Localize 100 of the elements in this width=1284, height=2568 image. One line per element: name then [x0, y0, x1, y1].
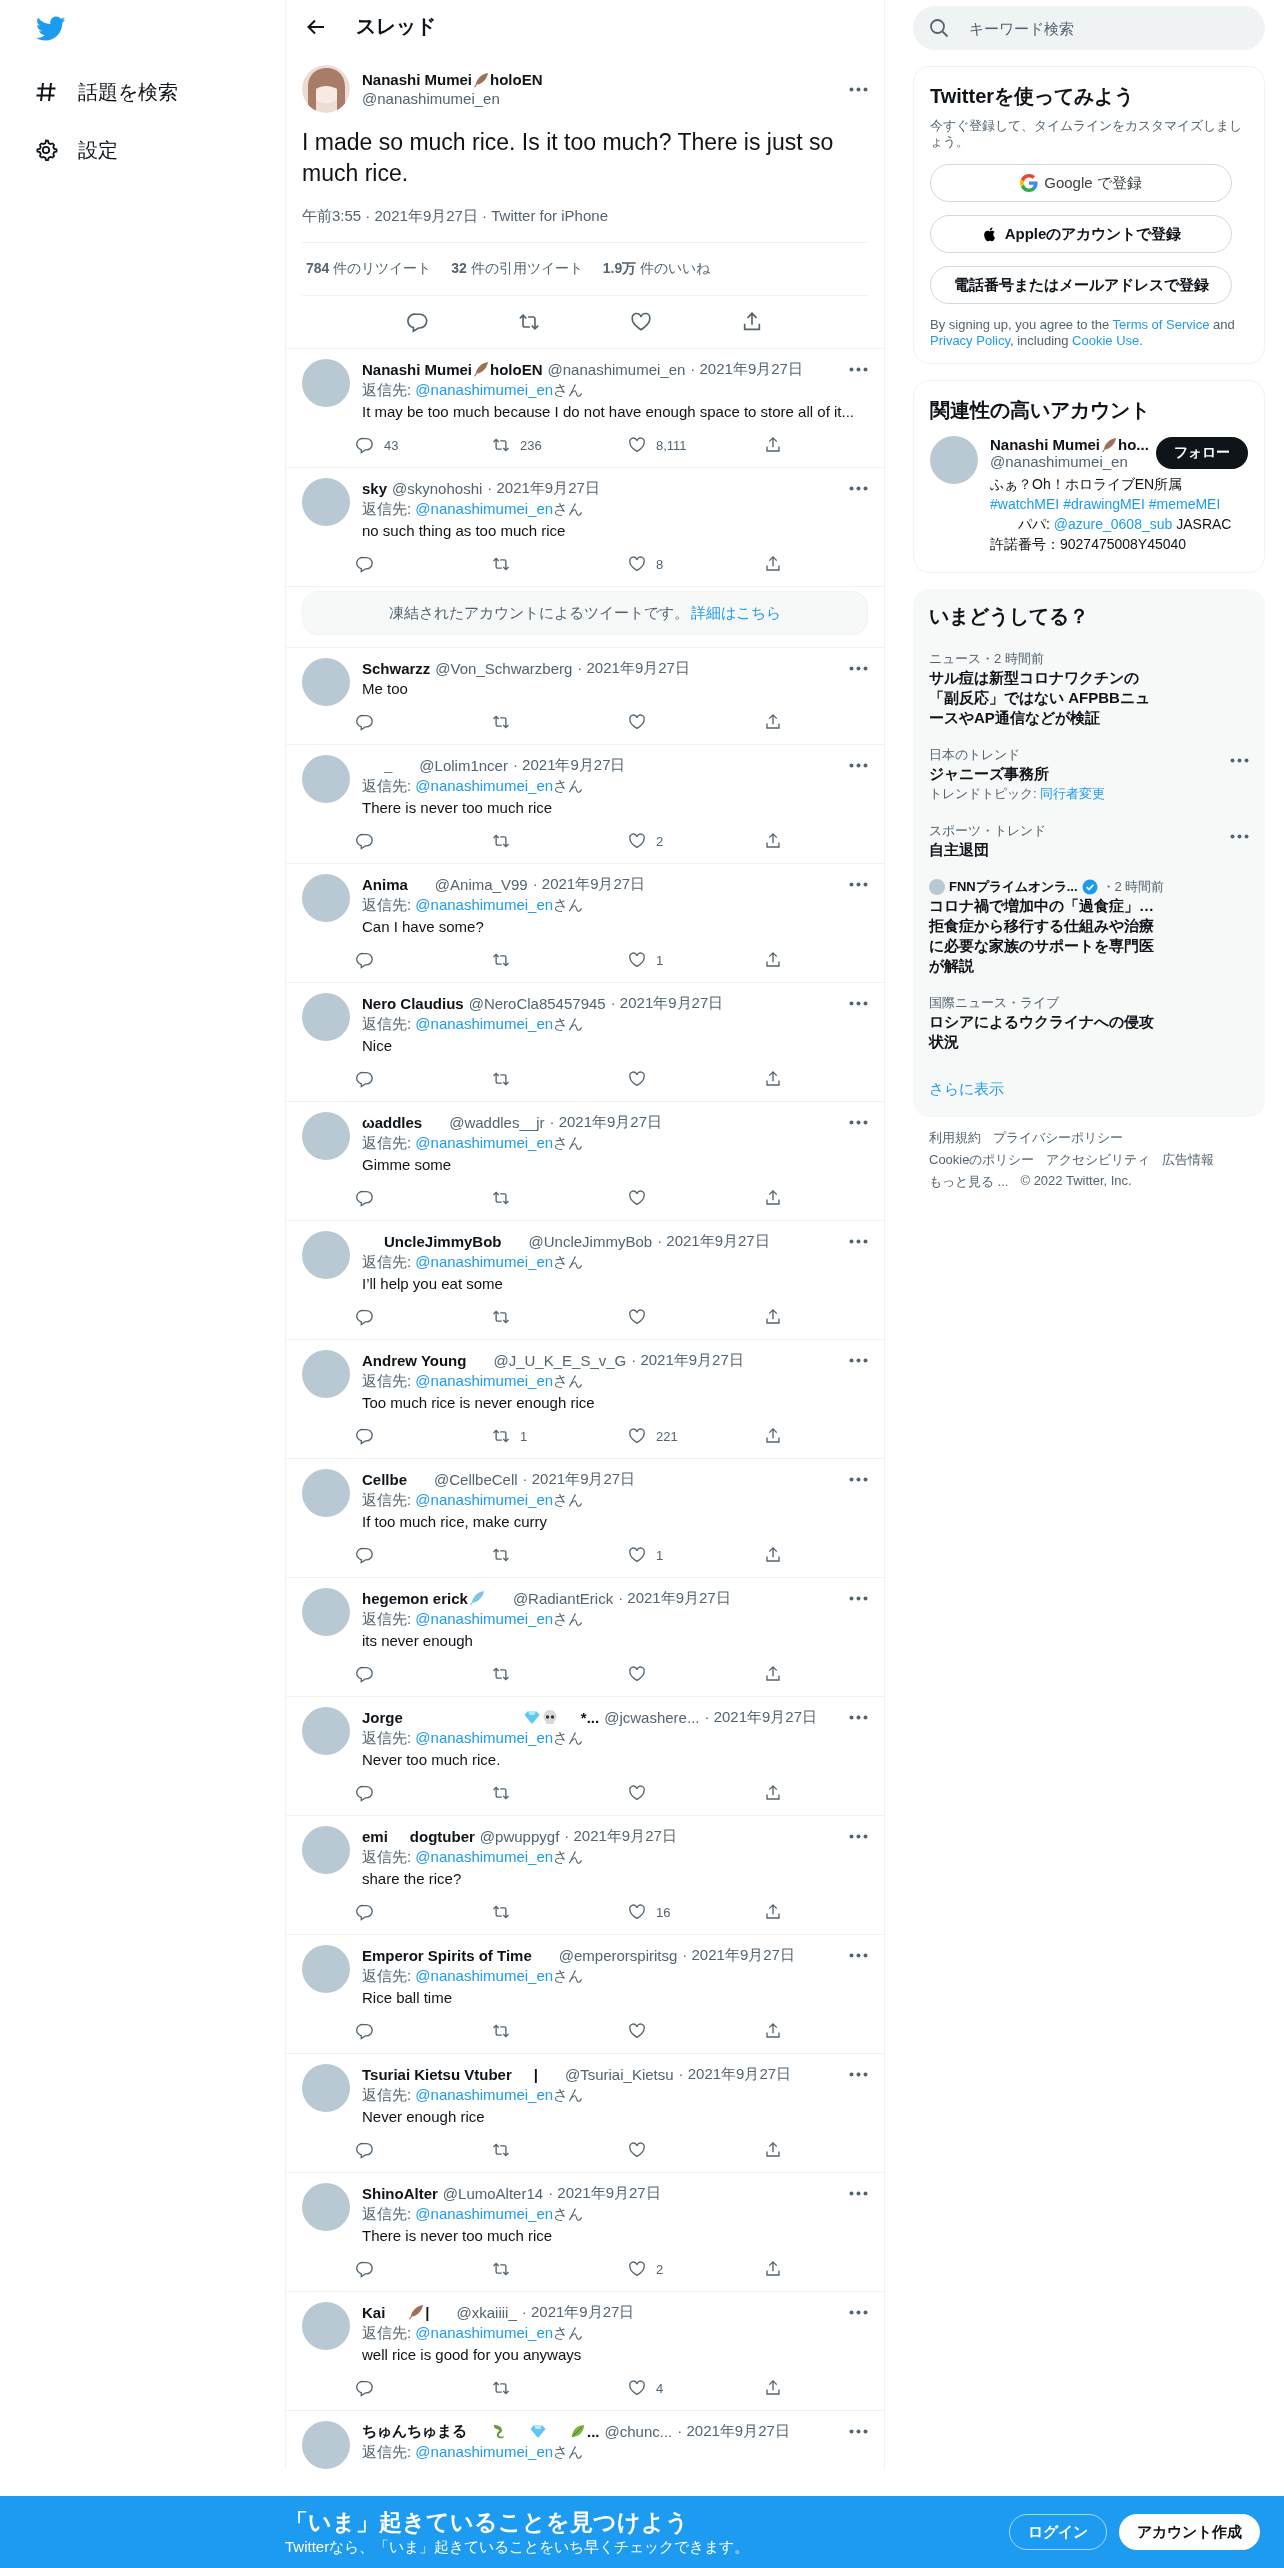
reply-icon[interactable]: [356, 2260, 374, 2278]
avatar[interactable]: [302, 65, 350, 113]
reply-icon[interactable]: [356, 1070, 374, 1088]
more-icon[interactable]: [849, 1595, 868, 1601]
more-icon[interactable]: [849, 485, 868, 491]
more-icon[interactable]: [1230, 834, 1249, 839]
tweet-date[interactable]: · 2021年9月27日: [678, 2064, 792, 2084]
retweet-icon[interactable]: [492, 1070, 510, 1088]
more-icon[interactable]: [849, 2309, 868, 2315]
reply-icon[interactable]: [356, 832, 374, 850]
retweet-icon[interactable]: [492, 436, 510, 454]
tweet-date[interactable]: · 2021年9月27日: [618, 1588, 731, 1608]
share-icon[interactable]: [764, 1665, 782, 1683]
reply-icon[interactable]: [356, 1189, 374, 1207]
footer-link[interactable]: Cookieのポリシー: [929, 1151, 1035, 1169]
tweet-date[interactable]: · 2021年9月27日: [548, 2183, 661, 2203]
tweet-date[interactable]: · 2021年9月27日: [631, 1350, 744, 1370]
heart-icon[interactable]: [628, 2379, 646, 2397]
user-handle[interactable]: @CellbeCell: [434, 1470, 518, 1488]
more-icon[interactable]: [849, 881, 868, 887]
footer-link[interactable]: プライバシーポリシー: [993, 1129, 1123, 1147]
user-handle[interactable]: @Von_Schwarzberg: [435, 659, 573, 677]
reply-icon[interactable]: [406, 311, 429, 333]
tweet-date[interactable]: · 2021年9月27日: [577, 658, 690, 678]
heart-icon[interactable]: [628, 951, 646, 969]
tweet-date[interactable]: · 2021年9月27日: [487, 478, 600, 498]
heart-icon[interactable]: [628, 1427, 646, 1445]
reply-icon[interactable]: [356, 1427, 374, 1445]
tweet-date[interactable]: · 2021年9月27日: [610, 993, 724, 1013]
heart-icon[interactable]: [628, 1903, 646, 1921]
retweet-icon[interactable]: [492, 2022, 510, 2040]
more-icon[interactable]: [849, 1357, 868, 1363]
share-icon[interactable]: [764, 555, 782, 573]
stat-link[interactable]: 784 件のリツイート: [306, 260, 432, 278]
user-handle[interactable]: @pwuppygf: [479, 1827, 560, 1845]
sidebar-item[interactable]: 設定: [34, 124, 132, 176]
retweet-icon[interactable]: [492, 1665, 510, 1683]
signup-button[interactable]: Google で登録: [930, 164, 1232, 202]
retweet-icon[interactable]: [492, 2260, 510, 2278]
more-icon[interactable]: [849, 665, 868, 671]
stat-link[interactable]: 1.9万 件のいいね: [602, 260, 711, 278]
user-handle[interactable]: @emperorspiritsg: [558, 1946, 678, 1964]
more-icon[interactable]: [849, 1119, 868, 1125]
share-icon[interactable]: [764, 2379, 782, 2397]
signup-button[interactable]: 電話番号またはメールアドレスで登録: [930, 266, 1232, 304]
user-handle[interactable]: @skynohoshi: [392, 479, 483, 497]
retweet-icon[interactable]: [492, 1784, 510, 1802]
sidebar-item[interactable]: 話題を検索: [34, 66, 192, 118]
share-icon[interactable]: [764, 1784, 782, 1802]
tweet-date[interactable]: · 2021年9月27日: [682, 1945, 795, 1965]
reply-icon[interactable]: [356, 2141, 374, 2159]
reply-icon[interactable]: [356, 1546, 374, 1564]
user-handle[interactable]: @waddles__jr: [449, 1113, 545, 1131]
trend-title[interactable]: サル痘は新型コロナワクチンの「副反応」ではない AFPBBニュースやAP通信などが検証: [929, 668, 1155, 728]
trend-title[interactable]: コロナ禍で増加中の「過食症」…拒食症から移行する仕組みや治療に必要な家族のサポートを専門医が解説: [929, 896, 1155, 976]
user-handle[interactable]: @LumoAlter14: [442, 2184, 544, 2202]
bird-icon[interactable]: [36, 16, 66, 42]
user-handle[interactable]: @Lolim1ncer: [419, 756, 508, 774]
share-icon[interactable]: [764, 1903, 782, 1921]
retweet-icon[interactable]: [492, 713, 510, 731]
share-icon[interactable]: [764, 832, 782, 850]
share-icon[interactable]: [764, 951, 782, 969]
heart-icon[interactable]: [628, 555, 646, 573]
retweet-icon[interactable]: [492, 951, 510, 969]
user-handle[interactable]: @xkaiiii_: [456, 2303, 517, 2321]
share-icon[interactable]: [764, 1546, 782, 1564]
more-icon[interactable]: [849, 1000, 868, 1006]
tweet-date[interactable]: · 2021年9月27日: [564, 1826, 677, 1846]
reply-icon[interactable]: [356, 713, 374, 731]
tweet-date[interactable]: · 2021年9月27日: [521, 2302, 635, 2322]
footer-link[interactable]: アクセシビリティ: [1046, 1151, 1151, 1169]
heart-icon[interactable]: [628, 2260, 646, 2278]
retweet-icon[interactable]: [492, 1903, 510, 1921]
retweet-icon[interactable]: [492, 1308, 510, 1326]
signup-button[interactable]: アカウント作成: [1119, 2514, 1260, 2550]
more-icon[interactable]: [849, 1952, 868, 1958]
share-icon[interactable]: [764, 1189, 782, 1207]
share-icon[interactable]: [764, 1427, 782, 1445]
stat-link[interactable]: 32 件の引用ツイート: [451, 260, 583, 278]
reply-icon[interactable]: [356, 2022, 374, 2040]
reply-icon[interactable]: [356, 555, 374, 573]
more-icon[interactable]: [849, 366, 868, 372]
tweet-date[interactable]: · 2021年9月27日: [512, 755, 626, 775]
reply-icon[interactable]: [356, 1308, 374, 1326]
footer-link[interactable]: もっと見る ...: [929, 1173, 1009, 1191]
retweet-icon[interactable]: [492, 2141, 510, 2159]
heart-icon[interactable]: [628, 1070, 646, 1088]
more-icon[interactable]: [849, 1476, 868, 1482]
user-handle[interactable]: @UncleJimmyBob: [528, 1232, 653, 1250]
more-icon[interactable]: [849, 2428, 868, 2434]
tweet-date[interactable]: · 2021年9月27日: [704, 1707, 818, 1727]
footer-link[interactable]: 利用規約: [929, 1129, 981, 1147]
reply-icon[interactable]: [356, 436, 374, 454]
trend-title[interactable]: ロシアによるウクライナへの侵攻状況: [929, 1012, 1155, 1052]
footer-link[interactable]: 広告情報: [1162, 1151, 1215, 1169]
trend-title[interactable]: 自主退団: [929, 840, 1155, 860]
tweet-date[interactable]: · 2021年9月27日: [522, 1469, 636, 1489]
user-handle[interactable]: @Tsuriai_Kietsu: [564, 2065, 674, 2083]
more-icon[interactable]: [849, 1833, 868, 1839]
retweet-icon[interactable]: [518, 311, 541, 333]
